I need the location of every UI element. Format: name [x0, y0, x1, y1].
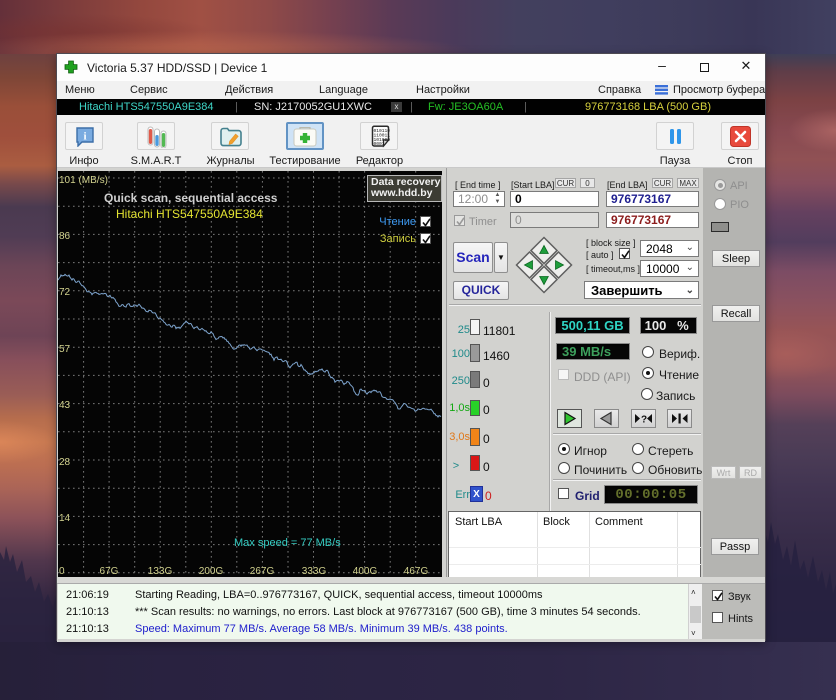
svg-text:0001: 0001 [374, 141, 385, 147]
svg-text:i: i [83, 131, 86, 143]
svg-text:?: ? [641, 415, 647, 426]
